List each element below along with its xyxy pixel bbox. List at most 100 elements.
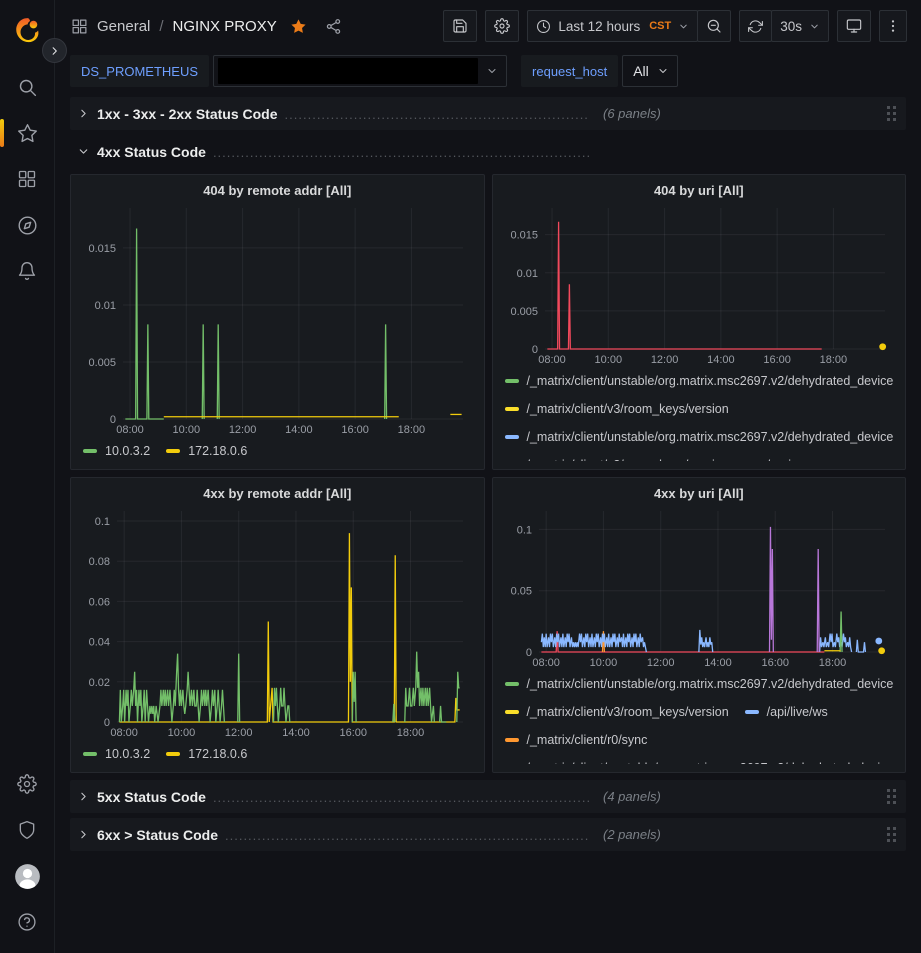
- breadcrumb-folder[interactable]: General: [97, 18, 150, 35]
- chevron-down-icon: [77, 145, 90, 158]
- sidebar-item-starred[interactable]: [6, 110, 48, 156]
- legend-item[interactable]: /_matrix/client/unstable/org.matrix.msc2…: [505, 757, 894, 764]
- row-leader-dots: ........................................…: [213, 145, 589, 160]
- chevron-right-icon: [77, 828, 90, 841]
- sidebar-item-alerting[interactable]: [6, 248, 48, 294]
- sidebar-item-dashboards[interactable]: [6, 156, 48, 202]
- legend-item[interactable]: /_matrix/client/r0/sync: [505, 729, 648, 751]
- panel-title[interactable]: 4xx by uri [All]: [503, 483, 896, 505]
- legend-item[interactable]: /_matrix/client/unstable/org.matrix.msc2…: [505, 426, 894, 448]
- svg-text:14:00: 14:00: [707, 354, 735, 366]
- chart-canvas[interactable]: 08:0010:0012:0014:0016:0018:0000.020.040…: [81, 505, 473, 740]
- dashboard-row-6xx[interactable]: 6xx > Status Code ......................…: [70, 818, 906, 851]
- row-drag-handle[interactable]: [884, 103, 899, 124]
- dashboard-row-1xx-3xx-2xx[interactable]: 1xx - 3xx - 2xx Status Code ............…: [70, 97, 906, 130]
- sidebar-item-explore[interactable]: [6, 202, 48, 248]
- legend-label: 10.0.3.2: [105, 743, 150, 764]
- legend-swatch: [505, 682, 519, 686]
- svg-text:16:00: 16:00: [763, 354, 791, 366]
- monitor-icon: [846, 18, 862, 34]
- chart-canvas[interactable]: 08:0010:0012:0014:0016:0018:0000.050.1: [503, 505, 895, 670]
- favorite-star-button[interactable]: [286, 13, 312, 39]
- legend-item[interactable]: /_matrix/client/v3/room_keys/version: [505, 398, 729, 420]
- svg-text:12:00: 12:00: [646, 657, 674, 669]
- legend-label: /_matrix/client/unstable/org.matrix.msc2…: [527, 673, 894, 695]
- legend-item[interactable]: 172.18.0.6: [166, 743, 247, 764]
- row-drag-handle[interactable]: [884, 824, 899, 845]
- sidebar-item-search[interactable]: [6, 64, 48, 110]
- row-drag-handle[interactable]: [884, 786, 899, 807]
- breadcrumb-dashboard-title[interactable]: NGINX PROXY: [173, 18, 277, 35]
- panel-title[interactable]: 404 by remote addr [All]: [81, 180, 474, 202]
- legend-item[interactable]: /_matrix/client/v3/room_keys/version: [505, 701, 729, 723]
- chevron-down-icon: [657, 65, 669, 77]
- row-title-wrap: 5xx Status Code ........................…: [97, 789, 589, 805]
- variable-request-host: request_host All: [521, 55, 678, 87]
- dashboard-row-4xx[interactable]: 4xx Status Code ........................…: [70, 135, 906, 168]
- dashboard-settings-button[interactable]: [485, 10, 519, 42]
- legend-label: /_matrix/client/v3/room_keys/version: [527, 454, 729, 461]
- datasource-select[interactable]: [213, 55, 507, 87]
- main-area: General / NGINX PROXY: [55, 0, 921, 953]
- sidebar-item-profile[interactable]: [6, 853, 48, 899]
- more-options-button[interactable]: [879, 10, 907, 42]
- legend-item[interactable]: /sw.js: [745, 454, 798, 461]
- svg-text:12:00: 12:00: [229, 424, 257, 436]
- legend-item[interactable]: /api/live/ws: [745, 701, 828, 723]
- svg-text:0.015: 0.015: [510, 230, 538, 242]
- row-leader-dots: ........................................…: [285, 107, 589, 122]
- chart-panel: 4xx by uri [All] 08:0010:0012:0014:0016:…: [492, 477, 907, 773]
- sidebar-item-configuration[interactable]: [6, 761, 48, 807]
- share-icon: [325, 18, 342, 35]
- legend-item[interactable]: 10.0.3.2: [83, 440, 150, 461]
- svg-text:0.005: 0.005: [88, 357, 116, 369]
- save-icon: [452, 18, 468, 34]
- row-title-wrap: 1xx - 3xx - 2xx Status Code ............…: [97, 106, 589, 122]
- legend-item[interactable]: 10.0.3.2: [83, 743, 150, 764]
- dashboard-header: General / NGINX PROXY: [55, 0, 921, 52]
- svg-text:0.1: 0.1: [95, 516, 110, 528]
- sidebar-item-help[interactable]: [6, 899, 48, 945]
- svg-text:10:00: 10:00: [173, 424, 201, 436]
- legend-item[interactable]: /_matrix/client/unstable/org.matrix.msc2…: [505, 370, 894, 392]
- chevron-right-icon: [77, 107, 90, 120]
- svg-text:16:00: 16:00: [339, 727, 367, 739]
- grafana-logo[interactable]: [6, 10, 48, 50]
- panel-title[interactable]: 4xx by remote addr [All]: [81, 483, 474, 505]
- variable-label-ds-prometheus[interactable]: DS_PROMETHEUS: [70, 55, 209, 87]
- legend-swatch: [505, 738, 519, 742]
- sidebar-item-server-admin[interactable]: [6, 807, 48, 853]
- request-host-select[interactable]: All: [622, 55, 678, 87]
- svg-text:12:00: 12:00: [650, 354, 678, 366]
- svg-text:0: 0: [104, 717, 110, 729]
- save-dashboard-button[interactable]: [443, 10, 477, 42]
- refresh-group: 30s: [739, 10, 829, 42]
- panel-title[interactable]: 404 by uri [All]: [503, 180, 896, 202]
- datasource-value-redacted: [218, 58, 478, 84]
- dashboard-row-5xx[interactable]: 5xx Status Code ........................…: [70, 780, 906, 813]
- legend-item[interactable]: /_matrix/client/unstable/org.matrix.msc2…: [505, 673, 894, 695]
- legend-item[interactable]: /_matrix/client/v3/room_keys/version: [505, 454, 729, 461]
- chevron-down-icon: [678, 21, 689, 32]
- legend-swatch: [505, 435, 519, 439]
- legend-label: 172.18.0.6: [188, 440, 247, 461]
- sidebar-expand-button[interactable]: [42, 38, 67, 63]
- share-button[interactable]: [321, 13, 347, 39]
- tv-mode-button[interactable]: [837, 10, 871, 42]
- time-range-label: Last 12 hours: [558, 19, 640, 34]
- time-range-picker[interactable]: Last 12 hours CST: [527, 10, 698, 42]
- svg-text:0.06: 0.06: [89, 596, 110, 608]
- row-title-wrap: 6xx > Status Code ......................…: [97, 827, 589, 843]
- breadcrumb: General / NGINX PROXY: [71, 13, 347, 39]
- chart-canvas[interactable]: 08:0010:0012:0014:0016:0018:0000.0050.01…: [503, 202, 895, 367]
- variable-label-request-host[interactable]: request_host: [521, 55, 618, 87]
- legend-item[interactable]: 172.18.0.6: [166, 440, 247, 461]
- refresh-interval-picker[interactable]: 30s: [771, 10, 829, 42]
- time-controls-group: Last 12 hours CST: [527, 10, 731, 42]
- svg-text:0.005: 0.005: [510, 306, 538, 318]
- zoom-out-time-button[interactable]: [697, 10, 731, 42]
- search-icon: [17, 77, 38, 98]
- refresh-button[interactable]: [739, 10, 772, 42]
- chart-canvas[interactable]: 08:0010:0012:0014:0016:0018:0000.0050.01…: [81, 202, 473, 437]
- legend-label: /_matrix/client/unstable/org.matrix.msc2…: [527, 426, 894, 448]
